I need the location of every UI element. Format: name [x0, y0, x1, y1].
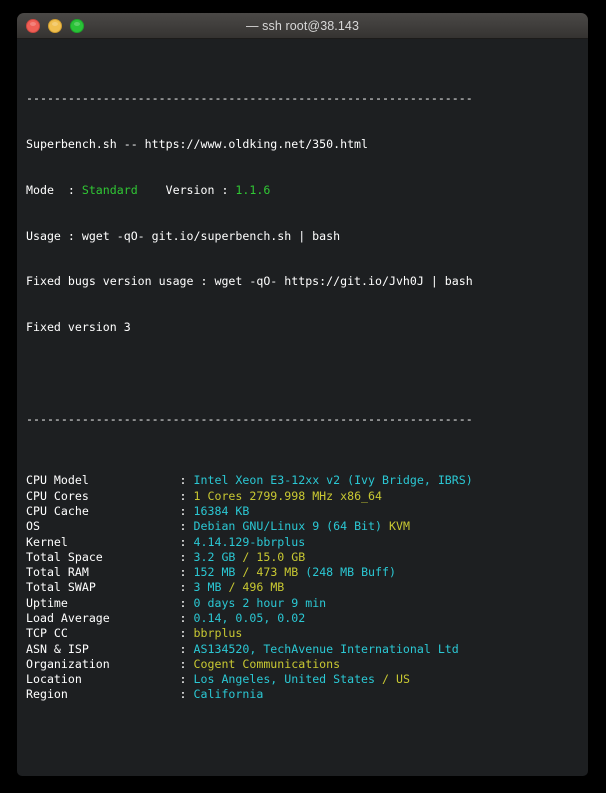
- system-info-label: Load Average :: [26, 610, 194, 625]
- terminal-window: — ssh root@38.143 ----------------------…: [17, 13, 588, 776]
- system-info-label: Kernel :: [26, 534, 194, 549]
- title-bar[interactable]: — ssh root@38.143: [17, 13, 588, 39]
- system-info-value: 1 Cores 2799.998 MHz x86_64: [193, 488, 382, 503]
- system-info-value: California: [193, 687, 264, 702]
- system-info-label: CPU Cache :: [26, 503, 194, 518]
- system-info-row: OS : Debian GNU/Linux 9 (64 Bit) KVM: [17, 519, 588, 534]
- system-info-value: / 473 MB: [242, 565, 306, 580]
- system-info-label: Total Space :: [26, 549, 194, 564]
- system-info-label: TCP CC :: [26, 626, 194, 641]
- system-info-row: Location : Los Angeles, United States / …: [17, 672, 588, 687]
- system-info-row: Total RAM : 152 MB / 473 MB (248 MB Buff…: [17, 565, 588, 580]
- version-label: Version :: [137, 182, 236, 197]
- system-info-value: 152 MB: [193, 565, 243, 580]
- system-info-label: CPU Model :: [26, 473, 194, 488]
- mode-value: Standard: [81, 182, 138, 197]
- system-info-value: 3 MB: [193, 580, 229, 595]
- version-value: 1.1.6: [235, 182, 271, 197]
- terminal-output[interactable]: ----------------------------------------…: [17, 39, 588, 776]
- system-info-label: Organization :: [26, 656, 194, 671]
- maximize-button[interactable]: [70, 18, 84, 33]
- window-controls: [26, 18, 84, 33]
- system-info-value: bbrplus: [193, 626, 243, 641]
- system-info-label: Location :: [26, 672, 194, 687]
- system-info-value: AS134520, TechAvenue International Ltd: [193, 641, 459, 656]
- system-info-value: 16384 KB: [193, 503, 250, 518]
- system-info-value: Cogent Communications: [193, 656, 341, 671]
- system-info-value: Intel Xeon E3-12xx v2 (Ivy Bridge, IBRS): [193, 473, 473, 488]
- system-info-label: OS :: [26, 519, 194, 534]
- system-info-row: Uptime : 0 days 2 hour 9 min: [17, 596, 588, 611]
- system-info-row: Organization : Cogent Communications: [17, 657, 588, 672]
- system-info-value: / 15.0 GB: [242, 549, 306, 564]
- fixed-version-line: Fixed version 3: [26, 320, 131, 335]
- system-info-row: CPU Cache : 16384 KB: [17, 504, 588, 519]
- separator-line: ----------------------------------------…: [26, 412, 473, 427]
- system-info-row: CPU Model : Intel Xeon E3-12xx v2 (Ivy B…: [17, 473, 588, 488]
- system-info-label: Uptime :: [26, 595, 194, 610]
- mode-label: Mode :: [26, 182, 82, 197]
- system-info-value: 0 days 2 hour 9 min: [193, 595, 327, 610]
- system-info-label: Region :: [26, 687, 194, 702]
- fixed-bugs-line: Fixed bugs version usage : wget -qO- htt…: [26, 274, 473, 289]
- system-info-value: Los Angeles, United States: [193, 672, 382, 687]
- system-info-value: Debian GNU/Linux 9 (64 Bit): [193, 519, 389, 534]
- system-info-row: Load Average : 0.14, 0.05, 0.02: [17, 611, 588, 626]
- system-info-block: CPU Model : Intel Xeon E3-12xx v2 (Ivy B…: [17, 473, 588, 702]
- system-info-row: CPU Cores : 1 Cores 2799.998 MHz x86_64: [17, 489, 588, 504]
- system-info-row: Kernel : 4.14.129-bbrplus: [17, 535, 588, 550]
- system-info-row: TCP CC : bbrplus: [17, 626, 588, 641]
- system-info-value: / 496 MB: [228, 580, 285, 595]
- system-info-value: 3.2 GB: [193, 549, 243, 564]
- system-info-row: Total Space : 3.2 GB / 15.0 GB: [17, 550, 588, 565]
- system-info-row: Region : California: [17, 687, 588, 702]
- separator-line: ----------------------------------------…: [26, 90, 473, 105]
- minimize-button[interactable]: [48, 18, 62, 33]
- system-info-row: ASN & ISP : AS134520, TechAvenue Interna…: [17, 642, 588, 657]
- system-info-label: ASN & ISP :: [26, 641, 194, 656]
- system-info-value: 0.14, 0.05, 0.02: [193, 610, 306, 625]
- usage-line: Usage : wget -qO- git.io/superbench.sh |…: [26, 228, 341, 243]
- system-info-value: / US: [382, 672, 410, 687]
- system-info-value: KVM: [388, 519, 410, 534]
- banner-line: Superbench.sh -- https://www.oldking.net…: [26, 136, 369, 151]
- mode-line: Mode : Standard Version : 1.1.6: [17, 183, 588, 198]
- system-info-value: 4.14.129-bbrplus: [193, 534, 306, 549]
- system-info-label: CPU Cores :: [26, 488, 194, 503]
- system-info-label: Total SWAP :: [26, 580, 194, 595]
- system-info-label: Total RAM :: [26, 565, 194, 580]
- system-info-row: Total SWAP : 3 MB / 496 MB: [17, 580, 588, 595]
- window-title: — ssh root@38.143: [245, 18, 360, 33]
- close-button[interactable]: [26, 18, 40, 33]
- system-info-value: (248 MB Buff): [305, 565, 396, 580]
